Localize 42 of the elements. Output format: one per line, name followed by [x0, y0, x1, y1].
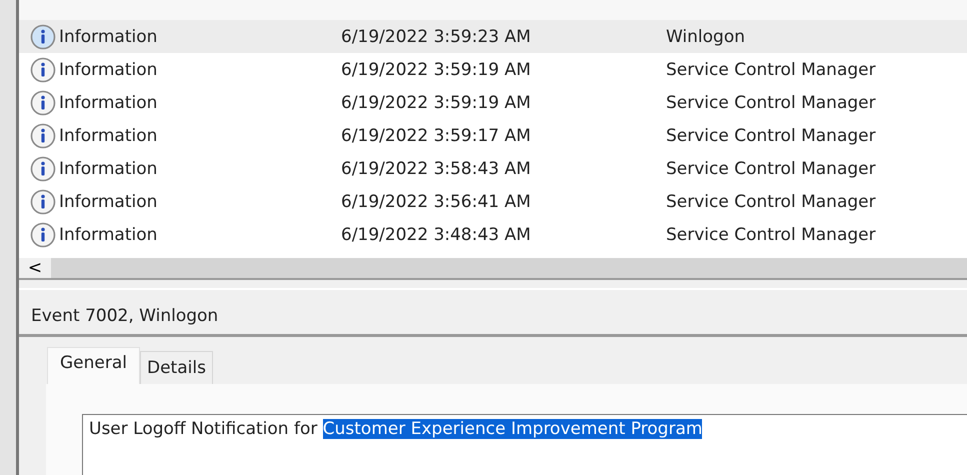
date-text: 6/19/2022 3:59:23 AM: [341, 26, 532, 46]
level-text: Information: [58, 158, 158, 178]
event-row[interactable]: Information 6/19/2022 3:48:43 AM Service Control Manager: [19, 218, 967, 251]
info-icon: [30, 156, 56, 182]
info-icon: [30, 222, 56, 248]
event-row[interactable]: Information 6/19/2022 3:59:19 AM Service Control Manager: [19, 86, 967, 119]
info-icon: [30, 56, 56, 82]
source-text: Service Control Manager: [666, 92, 876, 112]
info-icon: [30, 188, 56, 214]
info-icon: [30, 122, 56, 148]
selected-text: Customer Experience Improvement Program: [322, 419, 702, 439]
horizontal-scrollbar[interactable]: <: [19, 258, 967, 280]
info-icon: [30, 24, 56, 50]
level-text: Information: [58, 224, 158, 244]
event-row[interactable]: Information 6/19/2022 3:59:17 AM Service Control Manager: [19, 119, 967, 152]
source-text: Winlogon: [666, 26, 746, 46]
event-row[interactable]: Information 6/19/2022 3:58:43 AM Service Control Manager: [19, 152, 967, 185]
date-text: 6/19/2022 3:48:43 AM: [341, 224, 532, 244]
tab[interactable]: General: [47, 347, 140, 384]
level-text: Information: [58, 26, 158, 46]
level-text: Information: [58, 192, 158, 212]
level-text: Information: [58, 126, 158, 146]
scroll-left-button[interactable]: <: [19, 258, 51, 278]
event-row[interactable]: Information 6/19/2022 3:59:19 AM Service Control Manager: [19, 53, 967, 86]
date-text: 6/19/2022 3:58:43 AM: [341, 158, 532, 178]
message-field[interactable]: User Logoff Notification for Customer Experience Improvement Program: [82, 414, 967, 475]
date-text: 6/19/2022 3:59:19 AM: [341, 60, 532, 80]
source-text: Service Control Manager: [666, 158, 876, 178]
event-title: Event 7002, Winlogon: [19, 290, 967, 337]
date-text: 6/19/2022 3:59:19 AM: [341, 92, 532, 112]
event-row[interactable]: Information 6/19/2022 3:56:41 AM Service Control Manager: [19, 185, 967, 218]
event-row[interactable]: Information 6/19/2022 3:59:23 AM Winlogon: [19, 20, 967, 53]
date-text: 6/19/2022 3:56:41 AM: [341, 192, 532, 212]
source-text: Service Control Manager: [666, 126, 876, 146]
source-text: Service Control Manager: [666, 224, 876, 244]
source-text: Service Control Manager: [666, 60, 876, 80]
info-icon: [30, 90, 56, 116]
level-text: Information: [58, 60, 158, 80]
date-text: 6/19/2022 3:59:17 AM: [341, 126, 532, 146]
tab[interactable]: Details: [140, 351, 213, 384]
source-text: Service Control Manager: [666, 192, 876, 212]
level-text: Information: [58, 92, 158, 112]
